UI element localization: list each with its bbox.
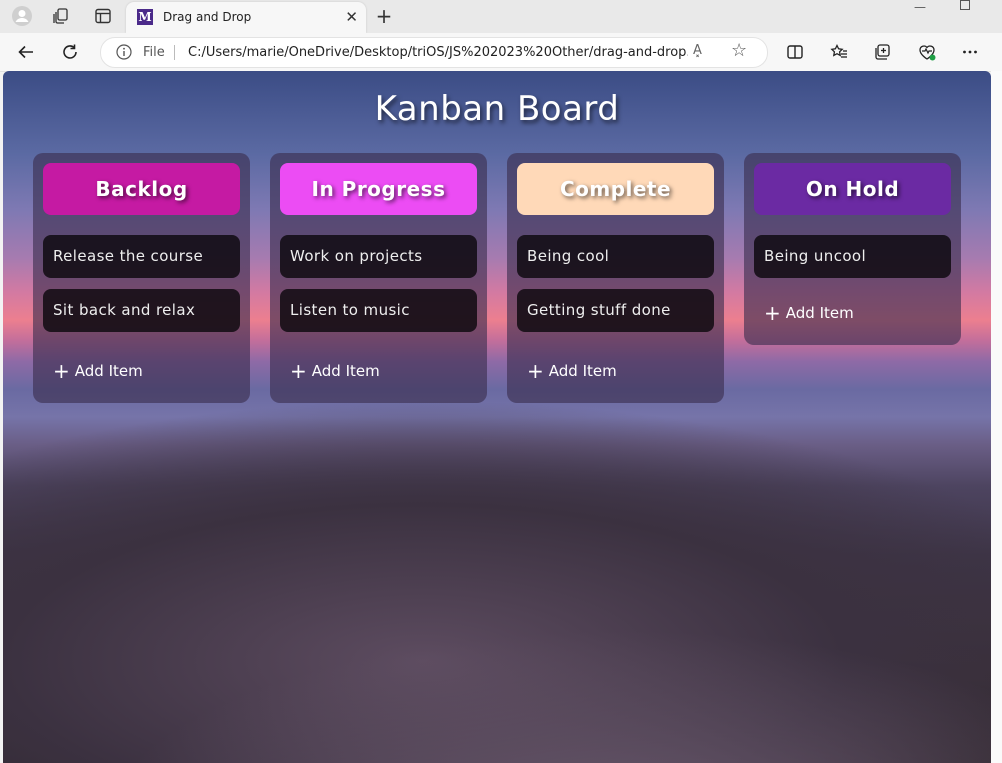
favorite-star-icon[interactable]: ☆ xyxy=(731,40,747,61)
add-item-button[interactable]: + Add Item xyxy=(764,303,854,323)
back-icon[interactable] xyxy=(12,38,40,66)
kanban-card[interactable]: Release the course xyxy=(43,235,240,278)
tab-actions-icon[interactable] xyxy=(90,4,116,28)
add-item-label: Add Item xyxy=(74,362,143,380)
add-item-label: Add Item xyxy=(785,304,854,322)
column-in-progress: In Progress Work on projects Listen to m… xyxy=(270,153,487,403)
column-header: Backlog xyxy=(43,163,240,215)
column-complete: Complete Being cool Getting stuff done +… xyxy=(507,153,724,403)
tab-favicon: M xyxy=(137,9,153,25)
add-item-button[interactable]: + Add Item xyxy=(290,361,380,381)
column-title: Backlog xyxy=(95,177,188,201)
more-icon[interactable] xyxy=(956,38,984,66)
add-item-button[interactable]: + Add Item xyxy=(527,361,617,381)
workspaces-icon[interactable] xyxy=(48,4,74,28)
tab-title: Drag and Drop xyxy=(163,10,252,24)
browser-essentials-icon[interactable] xyxy=(913,38,941,66)
column-header: On Hold xyxy=(754,163,951,215)
maximize-icon[interactable] xyxy=(960,0,971,14)
plus-icon: + xyxy=(764,301,781,325)
kanban-card[interactable]: Being uncool xyxy=(754,235,951,278)
new-tab-icon[interactable]: + xyxy=(372,4,396,28)
plus-icon: + xyxy=(527,359,544,383)
collections-icon[interactable] xyxy=(868,38,896,66)
info-icon[interactable] xyxy=(116,44,132,64)
column-title: In Progress xyxy=(311,177,446,201)
kanban-card[interactable]: Being cool xyxy=(517,235,714,278)
column-on-hold: On Hold Being uncool + Add Item xyxy=(744,153,961,345)
column-header: In Progress xyxy=(280,163,477,215)
browser-toolbar: File C:/Users/marie/OneDrive/Desktop/tri… xyxy=(0,33,1002,72)
kanban-card[interactable]: Listen to music xyxy=(280,289,477,332)
split-screen-icon[interactable] xyxy=(781,38,809,66)
favorites-icon[interactable] xyxy=(825,38,853,66)
address-scheme-label: File xyxy=(143,45,165,60)
column-title: Complete xyxy=(559,177,672,201)
profile-icon[interactable] xyxy=(9,4,35,28)
active-tab[interactable]: M Drag and Drop ✕ xyxy=(126,2,366,33)
kanban-card[interactable]: Sit back and relax xyxy=(43,289,240,332)
plus-icon: + xyxy=(53,359,70,383)
add-item-label: Add Item xyxy=(311,362,380,380)
address-bar[interactable]: File C:/Users/marie/OneDrive/Desktop/tri… xyxy=(100,37,768,68)
minimize-icon[interactable]: — xyxy=(914,0,926,14)
board-title: Kanban Board xyxy=(374,89,620,129)
refresh-icon[interactable] xyxy=(56,38,84,66)
tab-strip: M Drag and Drop ✕ + — xyxy=(0,0,1002,33)
column-header: Complete xyxy=(517,163,714,215)
plus-icon: + xyxy=(290,359,307,383)
close-icon[interactable]: ✕ xyxy=(345,8,358,26)
read-aloud-icon[interactable]: A͓ xyxy=(693,43,702,58)
kanban-card[interactable]: Work on projects xyxy=(280,235,477,278)
add-item-button[interactable]: + Add Item xyxy=(53,361,143,381)
kanban-card[interactable]: Getting stuff done xyxy=(517,289,714,332)
column-backlog: Backlog Release the course Sit back and … xyxy=(33,153,250,403)
address-url[interactable]: C:/Users/marie/OneDrive/Desktop/triOS/JS… xyxy=(188,45,688,60)
page-scrollbar[interactable] xyxy=(991,71,1002,763)
column-title: On Hold xyxy=(805,177,900,201)
page-viewport: Kanban Board Backlog Release the course … xyxy=(3,71,991,763)
add-item-label: Add Item xyxy=(548,362,617,380)
address-divider xyxy=(174,45,175,60)
